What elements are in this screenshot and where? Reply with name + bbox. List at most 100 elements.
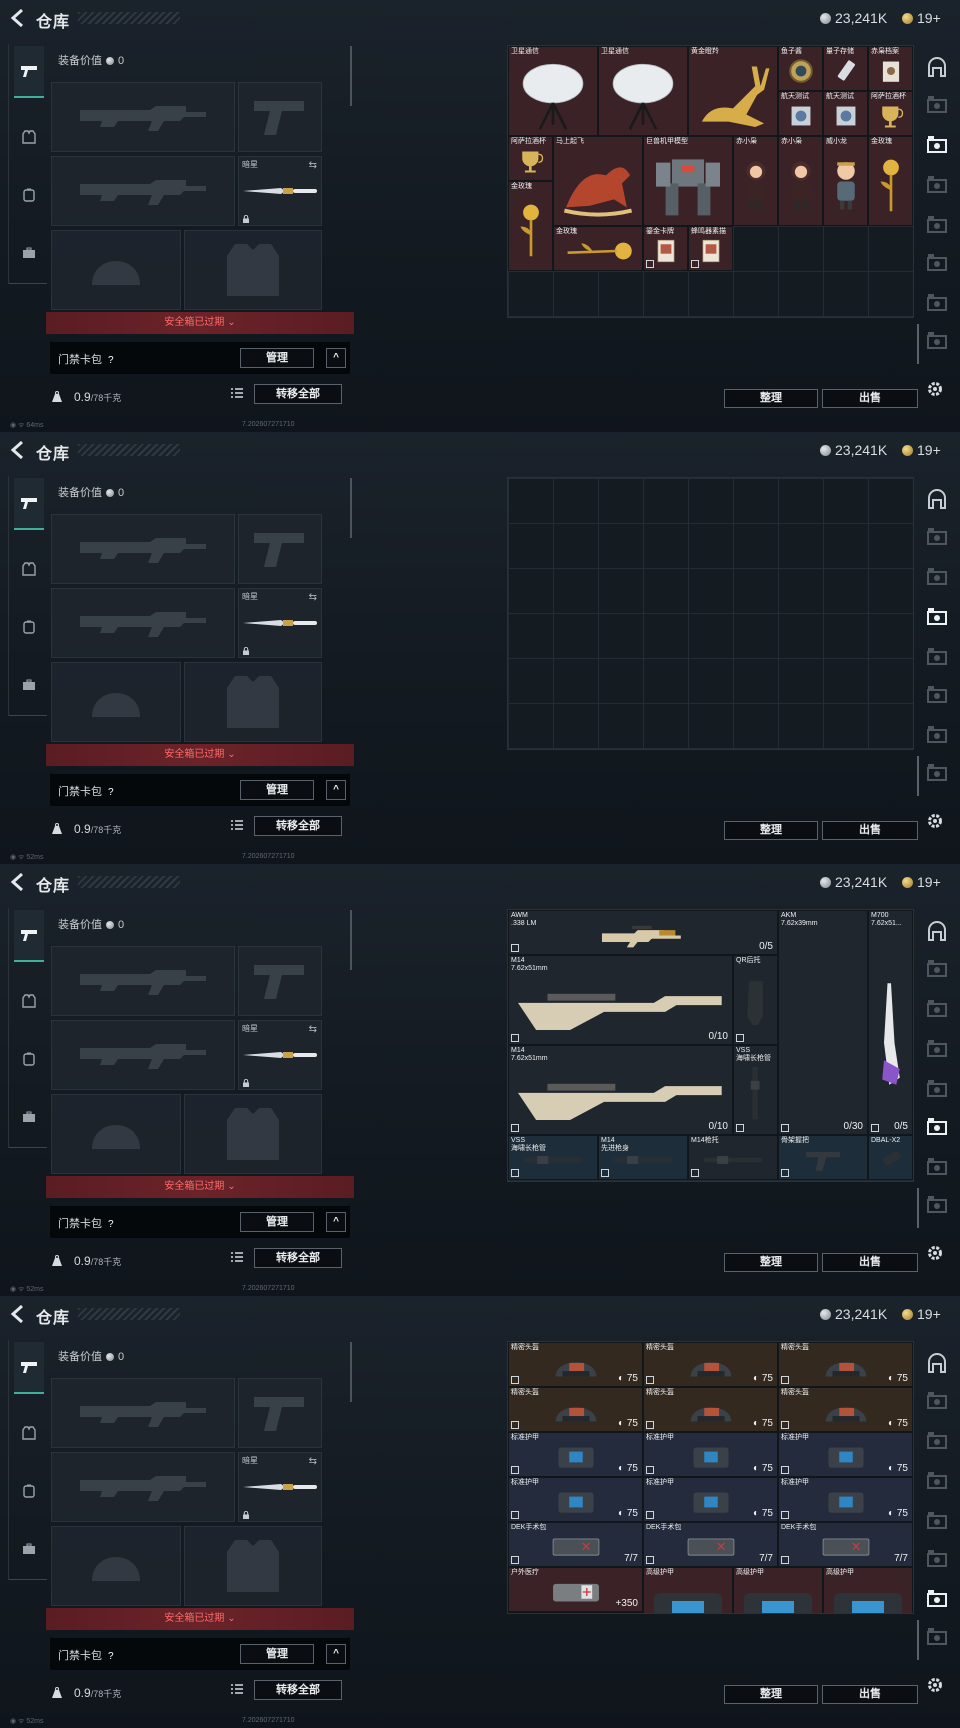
storage-item[interactable]: 黄金瞪羚 xyxy=(688,46,778,136)
storage-page-tab-1[interactable] xyxy=(926,1390,950,1412)
storage-scrollbar[interactable] xyxy=(917,1188,919,1228)
storage-page-tab-6[interactable] xyxy=(926,724,950,746)
melee-slot[interactable]: 暗星 ⇆ xyxy=(238,588,322,658)
storage-item[interactable]: 蜂鸣器素描 xyxy=(688,226,733,271)
transfer-all-button[interactable]: 转移全部 xyxy=(254,384,342,404)
help-icon[interactable]: ? xyxy=(108,355,114,366)
primary-weapon-slot[interactable] xyxy=(51,946,235,1016)
storage-item[interactable]: 马上起飞 xyxy=(553,136,643,226)
silver-currency[interactable]: 23,241K xyxy=(820,442,887,458)
storage-item[interactable]: 精密头盔 ◐ 75 xyxy=(643,1387,778,1432)
storage-item[interactable]: M14 7.62x51mm 0/10 xyxy=(508,1045,733,1135)
gold-currency[interactable]: 19+ xyxy=(902,10,941,26)
list-icon[interactable] xyxy=(230,386,244,400)
sell-button[interactable]: 出售 xyxy=(822,1685,918,1704)
list-icon[interactable] xyxy=(230,1682,244,1696)
storage-item[interactable]: 量子存储 xyxy=(823,46,868,91)
storage-item[interactable]: 精密头盔 ◐ 75 xyxy=(778,1342,913,1387)
armor-slot[interactable] xyxy=(184,1526,322,1606)
gear-icon[interactable] xyxy=(926,812,944,830)
pistol-slot[interactable] xyxy=(238,946,322,1016)
storage-item[interactable]: 巨兽机甲模型 xyxy=(643,136,733,226)
storage-item[interactable]: 鎏金卡牌 xyxy=(643,226,688,271)
storage-scrollbar[interactable] xyxy=(917,324,919,364)
nav-weapons[interactable] xyxy=(14,910,44,962)
nav-backpack[interactable] xyxy=(14,1476,44,1506)
back-arrow-icon[interactable] xyxy=(10,441,26,459)
storage-page-tab-4[interactable] xyxy=(926,214,950,236)
pistol-slot[interactable] xyxy=(238,514,322,584)
storage-item[interactable]: 鱼子酱 xyxy=(778,46,823,91)
storage-page-tab-2[interactable] xyxy=(926,1430,950,1452)
storage-page-tab-2[interactable] xyxy=(926,566,950,588)
storage-item[interactable]: QR后托 xyxy=(733,955,778,1045)
storage-page-tab-6[interactable] xyxy=(926,292,950,314)
gold-currency[interactable]: 19+ xyxy=(902,1306,941,1322)
storage-page-tab-7[interactable] xyxy=(926,1194,950,1216)
help-icon[interactable]: ? xyxy=(108,787,114,798)
storage-item[interactable]: AWM .338 LM 0/5 xyxy=(508,910,778,955)
nav-armor[interactable] xyxy=(14,554,44,584)
helmet-slot[interactable] xyxy=(51,230,181,310)
nav-weapons[interactable] xyxy=(14,46,44,98)
storage-item[interactable]: 体能强化剂 xyxy=(598,1612,643,1613)
storage-item[interactable]: 高级护甲◐ 200 xyxy=(823,1567,913,1613)
secondary-weapon-slot[interactable] xyxy=(51,588,235,658)
sort-button[interactable]: 整理 xyxy=(724,1253,818,1272)
storage-page-tab-4[interactable] xyxy=(926,646,950,668)
pistol-slot[interactable] xyxy=(238,1378,322,1448)
secure-case-expired-banner[interactable]: 安全箱已过期 ⌄ xyxy=(46,1608,354,1630)
nav-weapons[interactable] xyxy=(14,1342,44,1394)
sell-button[interactable]: 出售 xyxy=(822,821,918,840)
primary-weapon-slot[interactable] xyxy=(51,514,235,584)
equipment-scrollbar[interactable] xyxy=(350,46,352,106)
storage-page-tab-3[interactable] xyxy=(926,1038,950,1060)
storage-page-tab-3[interactable] xyxy=(926,1470,950,1492)
primary-weapon-slot[interactable] xyxy=(51,82,235,152)
nav-armor[interactable] xyxy=(14,986,44,1016)
storage-page-tab-1[interactable] xyxy=(926,94,950,116)
sort-button[interactable]: 整理 xyxy=(724,389,818,408)
storage-page-tab-5[interactable] xyxy=(926,1116,950,1138)
melee-slot[interactable]: 暗星 ⇆ xyxy=(238,1020,322,1090)
manage-button[interactable]: 管理 xyxy=(240,780,314,800)
storage-home-tab[interactable] xyxy=(926,56,950,78)
back-arrow-icon[interactable] xyxy=(10,1305,26,1323)
storage-item[interactable]: 精密头盔 ◐ 75 xyxy=(508,1342,643,1387)
storage-grid[interactable]: AWM .338 LM 0/5 AKM 7.62x39mm 0/30 M700 7.62… xyxy=(507,909,914,1182)
storage-item[interactable]: M14 7.62x51mm 0/10 xyxy=(508,955,733,1045)
storage-page-tab-7[interactable] xyxy=(926,1626,950,1648)
gear-icon[interactable] xyxy=(926,380,944,398)
storage-item[interactable]: 卫星通信 xyxy=(598,46,688,136)
storage-item[interactable]: 骨架握把 xyxy=(778,1135,868,1180)
swap-icon[interactable]: ⇆ xyxy=(309,160,317,171)
secondary-weapon-slot[interactable] xyxy=(51,156,235,226)
silver-currency[interactable]: 23,241K xyxy=(820,1306,887,1322)
secure-case-expired-banner[interactable]: 安全箱已过期 ⌄ xyxy=(46,744,354,766)
storage-item[interactable]: 精密头盔 ◐ 75 xyxy=(643,1342,778,1387)
storage-item[interactable]: 标准护甲 ◐ 75 xyxy=(643,1432,778,1477)
storage-item[interactable]: 户外医疗 +350 xyxy=(508,1567,643,1612)
storage-page-tab-6[interactable] xyxy=(926,1588,950,1610)
swap-icon[interactable]: ⇆ xyxy=(309,1456,317,1467)
storage-page-tab-3[interactable] xyxy=(926,174,950,196)
storage-item[interactable]: AKM 7.62x39mm 0/30 xyxy=(778,910,868,1135)
pistol-slot[interactable] xyxy=(238,82,322,152)
storage-page-tab-5[interactable] xyxy=(926,1548,950,1570)
list-icon[interactable] xyxy=(230,1250,244,1264)
sell-button[interactable]: 出售 xyxy=(822,389,918,408)
armor-slot[interactable] xyxy=(184,662,322,742)
storage-grid[interactable]: 卫星通信 卫星通信 黄金瞪羚 鱼子酱 量子存储 赤枭档案 航天测试 航天测试 阿萨拉酒杯 阿萨拉酒… xyxy=(507,45,914,318)
storage-page-tab-7[interactable] xyxy=(926,330,950,352)
storage-item[interactable]: 高级护甲◐ 200 xyxy=(733,1567,823,1613)
storage-item[interactable]: DEK手术包 7/7 xyxy=(643,1522,778,1567)
storage-grid[interactable] xyxy=(507,477,914,750)
storage-item[interactable]: 标准护甲 ◐ 75 xyxy=(508,1432,643,1477)
melee-slot[interactable]: 暗星 ⇆ xyxy=(238,1452,322,1522)
manage-button[interactable]: 管理 xyxy=(240,1212,314,1232)
gold-currency[interactable]: 19+ xyxy=(902,442,941,458)
silver-currency[interactable]: 23,241K xyxy=(820,874,887,890)
list-icon[interactable] xyxy=(230,818,244,832)
storage-item[interactable]: 赤枭档案 xyxy=(868,46,913,91)
storage-home-tab[interactable] xyxy=(926,488,950,510)
